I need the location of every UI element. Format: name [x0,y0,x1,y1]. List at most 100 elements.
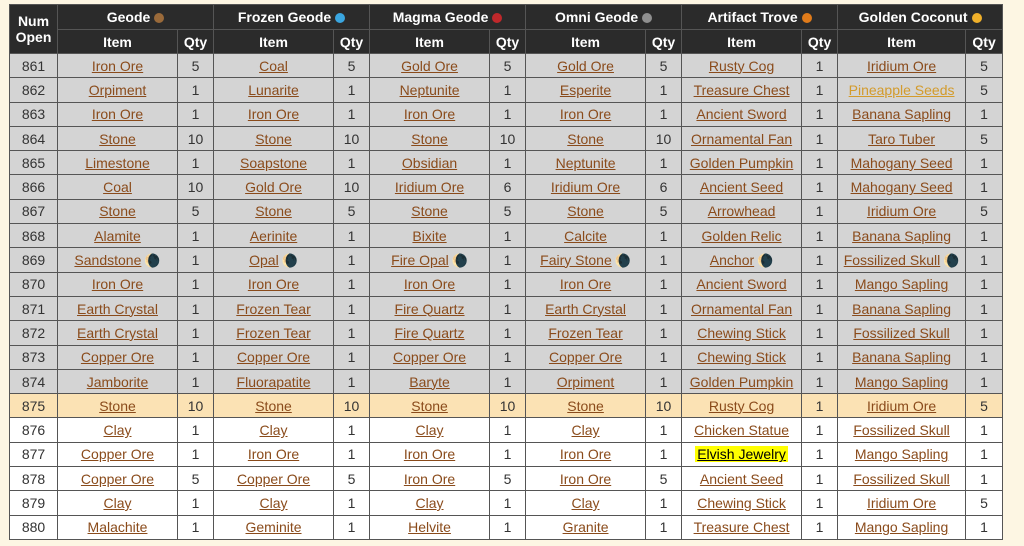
item-link[interactable]: Coal [103,179,132,195]
item-link[interactable]: Iron Ore [92,276,143,292]
item-link[interactable]: Soapstone [240,155,307,171]
item-link[interactable]: Malachite [88,519,148,535]
item-link[interactable]: Limestone [85,155,150,171]
item-link[interactable]: Bixite [412,228,446,244]
item-link[interactable]: Stone [255,203,292,219]
item-link[interactable]: Banana Sapling [852,301,951,317]
item-link[interactable]: Golden Pumpkin [690,374,794,390]
item-link[interactable]: Calcite [564,228,607,244]
item-link[interactable]: Chewing Stick [697,349,786,365]
item-link[interactable]: Stone [567,398,604,414]
item-link[interactable]: Chewing Stick [697,495,786,511]
item-link[interactable]: Geminite [246,519,302,535]
item-link[interactable]: Clay [416,495,444,511]
item-link[interactable]: Copper Ore [237,471,310,487]
item-link[interactable]: Gold Ore [557,58,614,74]
item-link[interactable]: Iridium Ore [395,179,464,195]
item-link[interactable]: Obsidian [402,155,457,171]
item-link[interactable]: Stone [567,131,604,147]
item-link[interactable]: Clay [572,422,600,438]
item-link[interactable]: Helvite [408,519,451,535]
item-link[interactable]: Stone [99,398,136,414]
item-link[interactable]: Banana Sapling [852,349,951,365]
item-link[interactable]: Stone [567,203,604,219]
item-link[interactable]: Earth Crystal [77,325,158,341]
item-link[interactable]: Iridium Ore [867,398,936,414]
item-link[interactable]: Banana Sapling [852,106,951,122]
item-link[interactable]: Treasure Chest [694,519,790,535]
item-link[interactable]: Copper Ore [81,471,154,487]
item-link[interactable]: Clay [103,422,131,438]
item-link[interactable]: Fossilized Skull [853,422,949,438]
item-link[interactable]: Banana Sapling [852,228,951,244]
item-link[interactable]: Mango Sapling [855,276,948,292]
item-link[interactable]: Iron Ore [560,276,611,292]
item-link[interactable]: Esperite [560,82,611,98]
item-link[interactable]: Aerinite [250,228,297,244]
item-link[interactable]: Iron Ore [560,471,611,487]
item-link[interactable]: Iron Ore [404,446,455,462]
item-link[interactable]: Chewing Stick [697,325,786,341]
item-link[interactable]: Baryte [409,374,449,390]
item-link[interactable]: Iron Ore [404,106,455,122]
item-link[interactable]: Earth Crystal [77,301,158,317]
item-link[interactable]: Fire Opal [391,252,449,268]
item-link[interactable]: Neptunite [556,155,616,171]
item-link[interactable]: Iridium Ore [867,495,936,511]
item-link[interactable]: Gold Ore [401,58,458,74]
item-link[interactable]: Clay [260,495,288,511]
item-link[interactable]: Mango Sapling [855,519,948,535]
item-link[interactable]: Frozen Tear [236,325,310,341]
item-link[interactable]: Ornamental Fan [691,131,792,147]
item-link[interactable]: Arrowhead [708,203,776,219]
item-link[interactable]: Copper Ore [393,349,466,365]
item-link[interactable]: Orpiment [557,374,615,390]
item-link[interactable]: Fossilized Skull [853,471,949,487]
item-link[interactable]: Iridium Ore [551,179,620,195]
item-link[interactable]: Earth Crystal [545,301,626,317]
item-link[interactable]: Mahogany Seed [851,179,953,195]
item-link[interactable]: Fossilized Skull [844,252,940,268]
item-link[interactable]: Copper Ore [81,446,154,462]
item-link[interactable]: Ancient Seed [700,179,783,195]
item-link[interactable]: Ornamental Fan [691,301,792,317]
item-link[interactable]: Iron Ore [248,276,299,292]
item-link[interactable]: Clay [416,422,444,438]
item-link[interactable]: Clay [103,495,131,511]
item-link[interactable]: Mahogany Seed [851,155,953,171]
item-link[interactable]: Stone [411,398,448,414]
item-link[interactable]: Frozen Tear [236,301,310,317]
item-link[interactable]: Alamite [94,228,141,244]
item-link[interactable]: Iridium Ore [867,203,936,219]
item-link[interactable]: Golden Pumpkin [690,155,794,171]
item-link[interactable]: Pineapple Seeds [849,82,955,98]
item-link[interactable]: Fluorapatite [237,374,311,390]
item-link[interactable]: Coal [259,58,288,74]
item-link[interactable]: Sandstone [74,252,141,268]
item-link[interactable]: Jamborite [87,374,148,390]
item-link[interactable]: Ancient Sword [696,106,786,122]
item-link[interactable]: Stone [99,131,136,147]
item-link[interactable]: Iron Ore [560,446,611,462]
item-link[interactable]: Stone [255,398,292,414]
item-link[interactable]: Ancient Sword [696,276,786,292]
item-link[interactable]: Frozen Tear [548,325,622,341]
item-link[interactable]: Fossilized Skull [853,325,949,341]
item-link[interactable]: Fire Quartz [395,301,465,317]
item-link[interactable]: Opal [249,252,279,268]
item-link[interactable]: Granite [563,519,609,535]
item-link[interactable]: Elvish Jewelry [695,446,788,463]
item-link[interactable]: Stone [411,131,448,147]
item-link[interactable]: Iron Ore [248,446,299,462]
item-link[interactable]: Copper Ore [549,349,622,365]
item-link[interactable]: Chicken Statue [694,422,789,438]
item-link[interactable]: Lunarite [248,82,299,98]
item-link[interactable]: Golden Relic [701,228,781,244]
item-link[interactable]: Taro Tuber [868,131,935,147]
item-link[interactable]: Orpiment [89,82,147,98]
item-link[interactable]: Treasure Chest [694,82,790,98]
item-link[interactable]: Stone [411,203,448,219]
item-link[interactable]: Stone [255,131,292,147]
item-link[interactable]: Iron Ore [92,106,143,122]
item-link[interactable]: Fire Quartz [395,325,465,341]
